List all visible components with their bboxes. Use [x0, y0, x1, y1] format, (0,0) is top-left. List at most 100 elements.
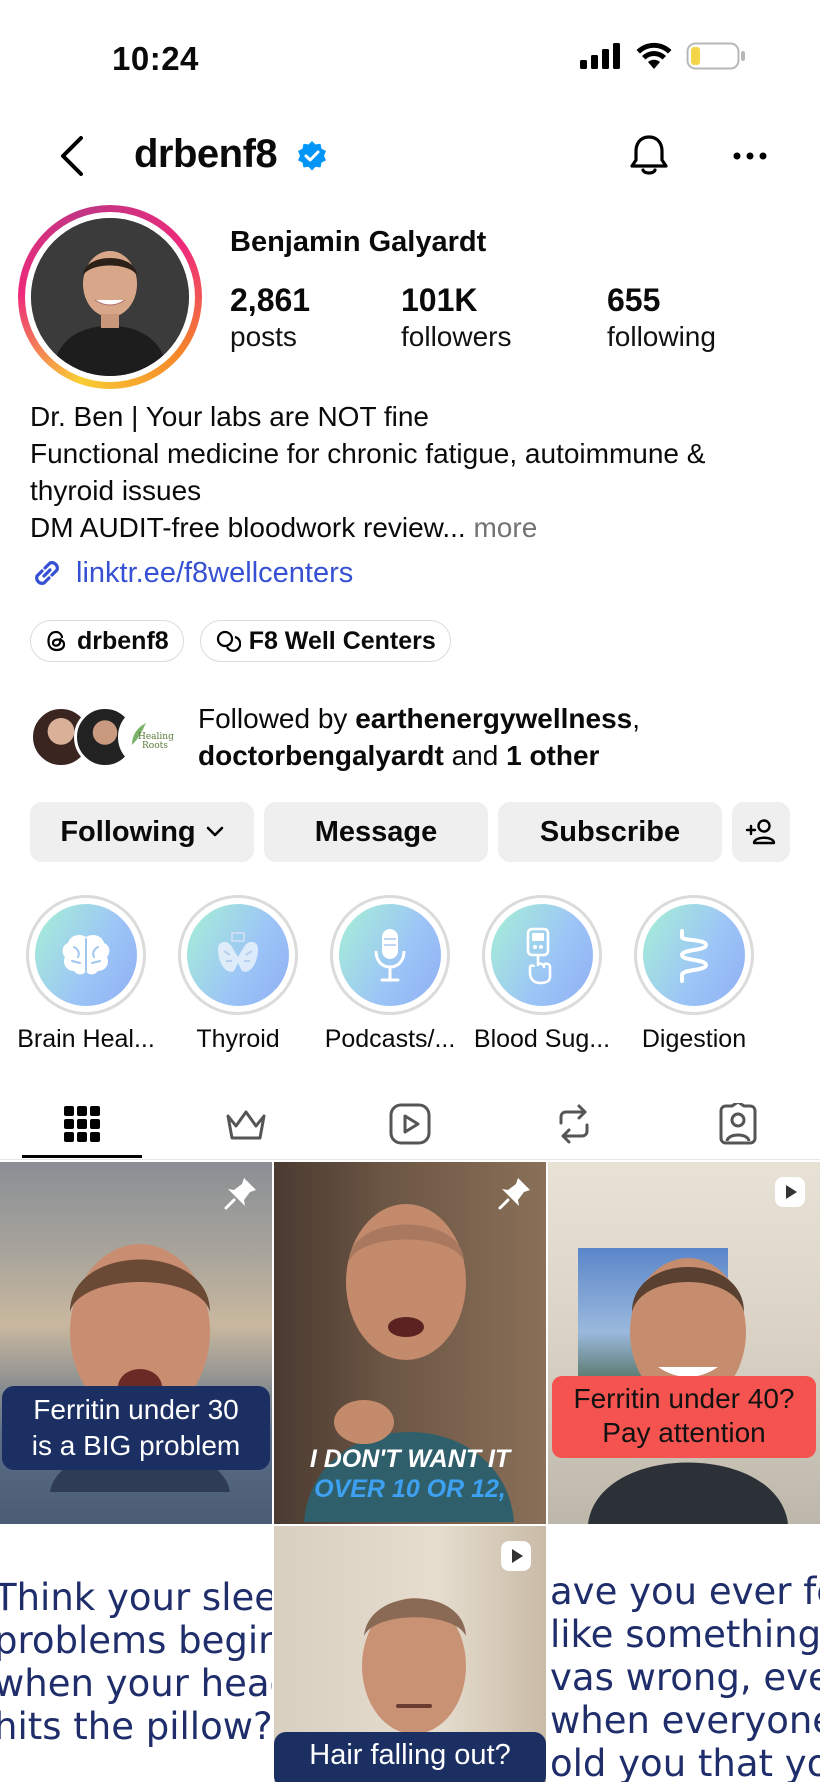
story-highlights: Brain Heal... Thyroid Podcasts/... Blood… — [0, 895, 820, 1055]
post-tile[interactable]: Hair falling out? — [274, 1526, 546, 1782]
pinned-icon — [224, 1178, 256, 1210]
profile-avatar-story-ring[interactable] — [18, 205, 202, 389]
threads-chip[interactable]: drbenf8 — [30, 620, 184, 662]
back-button[interactable] — [50, 134, 94, 178]
posts-stat[interactable]: 2,861 posts — [230, 282, 401, 353]
intestine-icon — [679, 929, 709, 983]
following-button-label: Following — [60, 815, 196, 848]
grid-icon — [64, 1106, 100, 1142]
more-dots-icon — [733, 152, 767, 160]
facebook-page-chip[interactable]: F8 Well Centers — [199, 620, 451, 662]
post-caption-line: Ferritin under 40? — [573, 1383, 795, 1414]
post-caption-overlay: Ferritin under 40? Pay attention — [552, 1376, 816, 1458]
profile-content-tabs — [0, 1088, 820, 1160]
posts-grid: Ferritin under 30 is a BIG problem I DON… — [0, 1162, 820, 1782]
followers-stat[interactable]: 101K followers — [401, 282, 607, 353]
post-caption-line: OVER 10 OR 12, — [314, 1475, 506, 1503]
suggested-users-button[interactable] — [732, 802, 790, 862]
bio-line: DM AUDIT-free bloodwork review... — [30, 512, 466, 543]
tab-reposts[interactable] — [502, 1088, 646, 1160]
bio-more-link[interactable]: more — [473, 512, 537, 543]
status-bar: 10:24 — [0, 0, 820, 120]
subscribe-button-label: Subscribe — [539, 815, 681, 848]
post-tile[interactable]: ave you ever fe like something vas wrong… — [548, 1526, 820, 1782]
highlight-label: Blood Sug... — [473, 1025, 611, 1053]
chat-icon — [216, 630, 241, 652]
posts-count: 2,861 — [230, 282, 311, 318]
bio-line: Dr. Ben | Your labs are NOT fine — [30, 401, 429, 432]
posts-label: posts — [230, 321, 297, 352]
post-tile[interactable]: I DON'T WANT IT OVER 10 OR 12, — [274, 1162, 546, 1524]
highlight-label: Thyroid — [196, 1025, 280, 1053]
post-caption-line: is a BIG problem — [31, 1430, 241, 1461]
following-count: 655 — [607, 282, 661, 318]
threads-chip-label: drbenf8 — [77, 626, 169, 655]
followers-count: 101K — [401, 282, 478, 318]
highlight-blood-sugar[interactable]: Blood Sug... — [466, 895, 618, 1054]
add-person-icon — [745, 819, 776, 845]
profile-header: drbenf8 — [0, 120, 820, 194]
mutual-follower-avatars: Healing Roots — [30, 706, 180, 768]
post-tile[interactable]: Think your sleep problems begin when you… — [0, 1526, 272, 1782]
following-label: following — [607, 321, 716, 352]
active-tab-indicator — [22, 1155, 142, 1158]
highlight-digestion[interactable]: Digestion — [618, 895, 770, 1054]
highlight-thyroid[interactable]: Thyroid — [162, 895, 314, 1054]
chevron-left-icon — [61, 136, 83, 176]
thyroid-icon — [218, 932, 258, 972]
bell-icon — [630, 135, 668, 175]
post-caption-line: Hair falling out? — [309, 1739, 511, 1771]
highlight-label: Digestion — [641, 1025, 747, 1053]
post-tile[interactable]: Ferritin under 30 is a BIG problem — [0, 1162, 272, 1524]
mutual-others: 1 other — [506, 740, 600, 771]
followed-by-and: and — [443, 740, 507, 771]
link-text: linktr.ee/f8wellcenters — [76, 556, 354, 589]
highlight-label: Brain Heal... — [17, 1025, 155, 1053]
post-caption-overlay: I DON'T WANT IT OVER 10 OR 12, — [274, 1444, 546, 1504]
post-text: ave you ever fe like something vas wrong… — [550, 1570, 820, 1782]
status-time: 10:24 — [112, 40, 199, 77]
post-caption-line: I DON'T WANT IT — [309, 1445, 511, 1473]
following-stat[interactable]: 655 following — [607, 282, 716, 353]
highlight-brain-health[interactable]: Brain Heal... — [10, 895, 162, 1054]
message-button[interactable]: Message — [264, 802, 488, 862]
facebook-page-chip-label: F8 Well Centers — [248, 626, 436, 655]
reel-icon — [501, 1541, 531, 1571]
followed-by-prefix: Followed by — [198, 703, 356, 734]
post-caption-overlay: Ferritin under 30 is a BIG problem — [2, 1386, 270, 1470]
chevron-down-icon — [206, 826, 223, 837]
brain-icon — [62, 935, 110, 975]
tab-reels[interactable] — [338, 1088, 482, 1160]
profile-stats: 2,861 posts 101K followers 655 following — [230, 282, 716, 353]
tab-subscriber-content[interactable] — [174, 1088, 318, 1160]
mutual-followers[interactable]: Healing Roots Followed by earthenergywel… — [30, 700, 640, 774]
pinned-icon — [498, 1178, 530, 1210]
tagged-icon — [719, 1103, 757, 1145]
mutual-user-2: doctorbengalyardt — [198, 740, 444, 771]
post-tile[interactable]: Ferritin under 40? Pay attention — [548, 1162, 820, 1524]
mutual-followers-text: Followed by earthenergywellness, doctorb… — [198, 700, 640, 774]
subscribe-button[interactable]: Subscribe — [498, 802, 722, 862]
profile-link[interactable]: linktr.ee/f8wellcenters — [30, 556, 353, 590]
more-options-button[interactable] — [728, 134, 772, 178]
bio-line-last: DM AUDIT-free bloodwork review... more — [30, 509, 800, 546]
tab-posts-grid[interactable] — [10, 1088, 154, 1160]
bio-line: Functional medicine for chronic fatigue,… — [30, 438, 706, 469]
threads-icon — [47, 630, 66, 652]
avatar-person-illustration — [31, 218, 189, 376]
mutual-user-1: earthenergywellness — [355, 703, 633, 734]
svg-text:Roots: Roots — [142, 741, 168, 751]
reel-icon — [775, 1177, 805, 1207]
reels-icon — [389, 1103, 431, 1145]
status-icons — [580, 42, 746, 70]
followers-label: followers — [401, 321, 512, 352]
tab-tagged[interactable] — [666, 1088, 810, 1160]
highlight-label: Podcasts/... — [324, 1025, 456, 1053]
following-button[interactable]: Following — [30, 802, 254, 862]
glucometer-icon — [526, 927, 552, 985]
message-button-label: Message — [314, 815, 438, 848]
post-caption-overlay: Hair falling out? — [274, 1732, 546, 1782]
notifications-button[interactable] — [626, 132, 672, 178]
highlight-podcasts[interactable]: Podcasts/... — [314, 895, 466, 1054]
link-icon — [35, 561, 59, 585]
